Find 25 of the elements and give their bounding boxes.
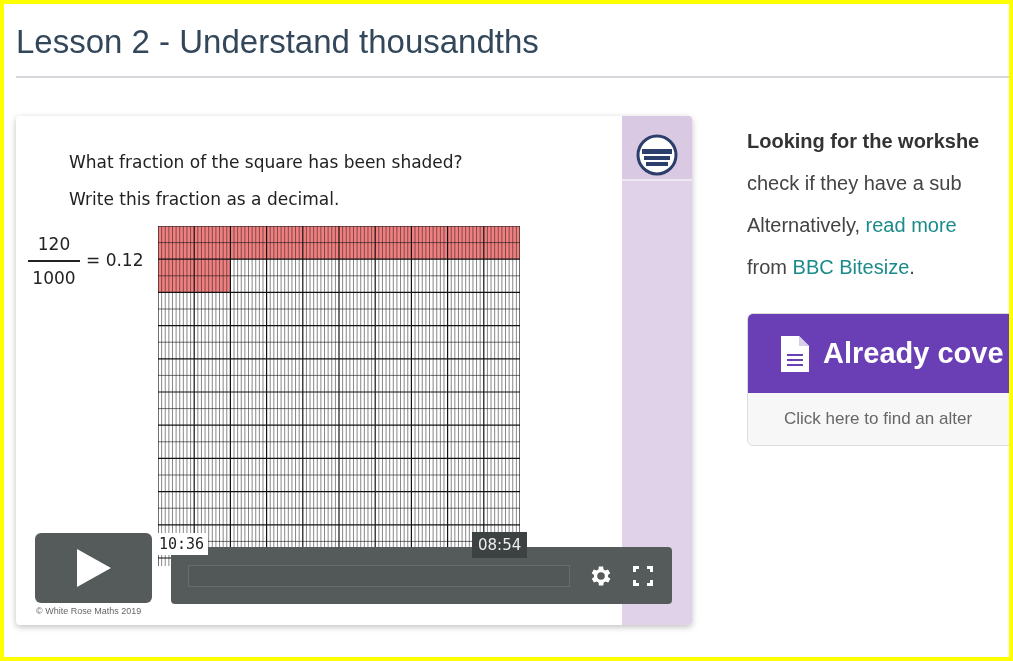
- numerator: 120: [37, 233, 71, 256]
- decimal-answer: = 0.12: [86, 249, 144, 273]
- resource-card[interactable]: Already cove Click here to find an alter: [747, 313, 1009, 446]
- play-icon: [76, 549, 111, 587]
- denominator: 1000: [32, 267, 76, 290]
- time-tooltip: 10:36: [155, 533, 209, 555]
- info-text: check if they have a sub: [747, 171, 962, 196]
- fullscreen-icon[interactable]: [632, 564, 654, 587]
- card-subtitle: Click here to find an alter: [783, 408, 974, 431]
- question-text: What fraction of the square has been shaded?: [69, 151, 464, 174]
- logo-icon: [636, 134, 678, 176]
- info-link[interactable]: read more: [865, 204, 957, 246]
- info-link[interactable]: BBC Bitesize: [792, 246, 910, 288]
- play-button[interactable]: [35, 533, 152, 603]
- info-text: Looking for the workshe: [747, 129, 980, 154]
- document-icon: [781, 335, 809, 372]
- copyright-text: © White Rose Maths 2019: [36, 605, 142, 617]
- video-player[interactable]: What fraction of the square has been shaded? Write this fraction as a decimal. 120 1000 = 0.12 © White Rose Maths 2019 10:36 08:54: [16, 116, 692, 625]
- info-text: Alternatively,: [747, 213, 861, 238]
- info-text: from: [747, 255, 788, 280]
- question-text: Write this fraction as a decimal.: [69, 188, 341, 211]
- lesson-title: Lesson 2 - Understand thousandths: [16, 22, 540, 62]
- duration-label: 08:54: [472, 532, 528, 558]
- info-text: .: [909, 255, 915, 280]
- card-title: Already cove: [823, 335, 1004, 371]
